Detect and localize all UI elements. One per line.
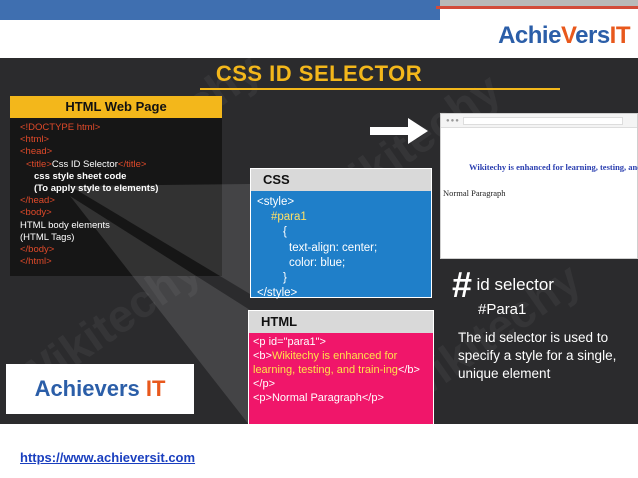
achieversit-logo: AchieVersIT (498, 22, 630, 49)
code-line: { (283, 226, 287, 239)
css-code-panel: CSS <style> #para1 { text-align: center;… (250, 168, 432, 300)
browser-preview: ●●● Wikitechy is enhanced for learning, … (440, 113, 638, 259)
code-line: <b> (253, 350, 272, 362)
html-panel-header: HTML (249, 311, 433, 333)
code-line: </p> (253, 378, 276, 390)
website-link[interactable]: https://www.achieversit.com (20, 450, 195, 465)
achievers-it-badge: Achievers IT (6, 364, 194, 414)
code-line: text-align: center; (289, 241, 378, 254)
code-line: Wikitechy is enhanced for learning, test… (253, 350, 398, 376)
code-line: <p id="para1"> (253, 336, 326, 348)
preview-normal-text: Normal Paragraph (443, 188, 506, 198)
top-blue-bar (0, 0, 440, 20)
preview-centered-text: Wikitechy is enhanced for learning, test… (469, 162, 638, 172)
id-selector-heading: # id selector (452, 264, 554, 305)
code-line: </b> (397, 364, 420, 376)
code-line: color: blue; (289, 256, 346, 269)
html-code-panel: HTML <p id="para1"> <b>Wikitechy is enha… (248, 310, 434, 424)
code-line: <p>Normal Paragraph</p> (253, 392, 384, 404)
code-line: } (283, 272, 287, 285)
id-selector-description: The id selector is used to specify a sty… (458, 330, 617, 381)
id-selector-example: #Para1 (478, 301, 527, 318)
code-line: <style> (257, 196, 295, 208)
top-red-bar (436, 6, 638, 9)
code-line: </style> (257, 287, 298, 300)
slide-image: Wikitechy Wikitechy Wikitechy Wikitechy … (0, 58, 638, 424)
css-panel-header: CSS (251, 169, 431, 191)
code-line: #para1 (271, 211, 307, 224)
